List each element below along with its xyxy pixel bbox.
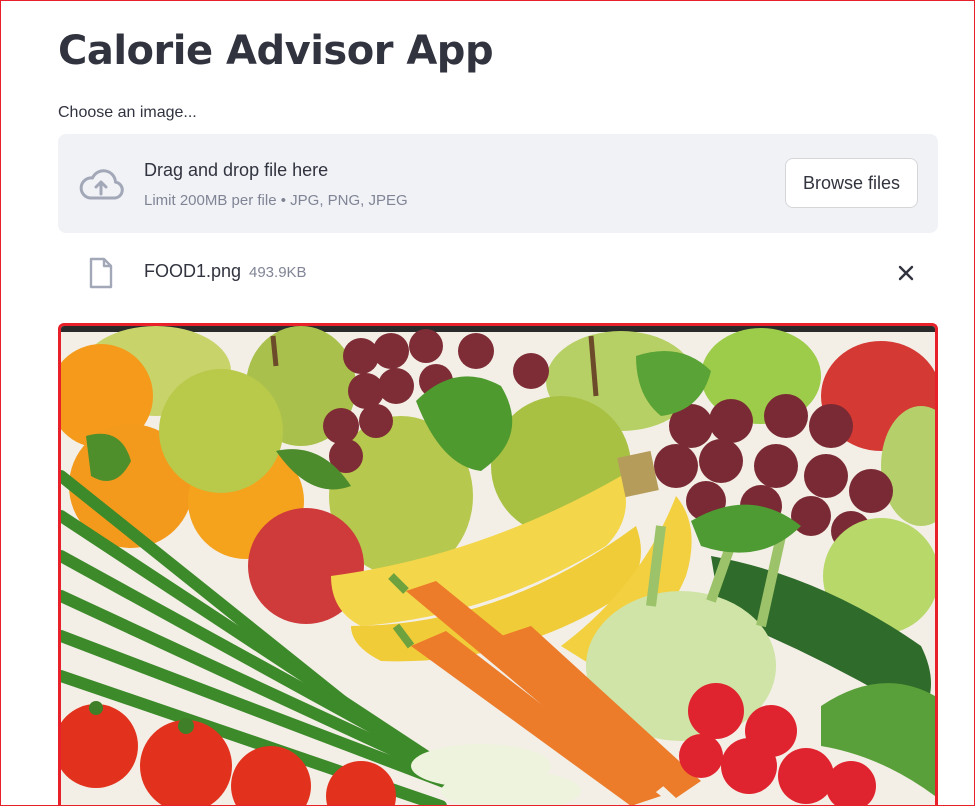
page-title: Calorie Advisor App bbox=[58, 28, 494, 74]
file-dropzone[interactable]: Drag and drop file here Limit 200MB per … bbox=[58, 134, 938, 233]
close-icon[interactable] bbox=[892, 259, 920, 287]
uploaded-file-name: FOOD1.png bbox=[144, 261, 242, 281]
uploaded-file-row: FOOD1.png 493.9KB bbox=[58, 250, 938, 296]
uploaded-file-size: 493.9KB bbox=[249, 264, 307, 281]
uploader-label: Choose an image... bbox=[58, 104, 197, 121]
fruits-and-vegetables-photo bbox=[61, 326, 935, 806]
file-icon bbox=[89, 257, 113, 289]
dropzone-title: Drag and drop file here bbox=[144, 160, 329, 180]
uploaded-image-preview bbox=[58, 323, 938, 806]
cloud-upload-icon bbox=[79, 169, 124, 200]
dropzone-limit-text: Limit 200MB per file • JPG, PNG, JPEG bbox=[144, 192, 408, 209]
browse-files-button[interactable]: Browse files bbox=[785, 158, 918, 208]
